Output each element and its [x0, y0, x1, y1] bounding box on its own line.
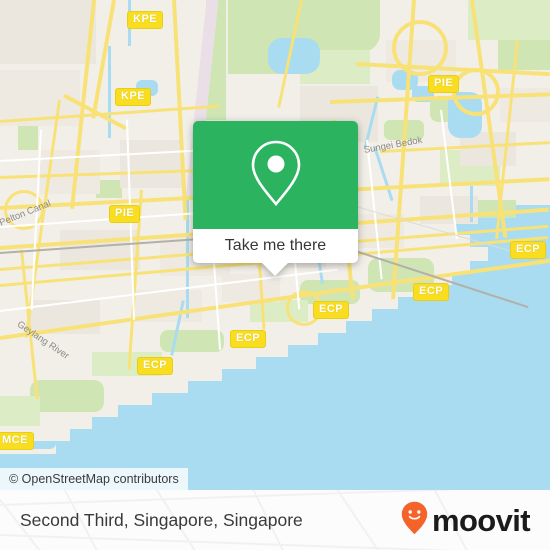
- footer-bar: Second Third, Singapore, Singapore moovi…: [0, 490, 550, 550]
- moovit-logo[interactable]: moovit: [401, 490, 531, 550]
- map-pin-icon: [247, 137, 305, 214]
- highway-shield-ecp-6: ECP: [313, 301, 350, 319]
- callout-green-panel: [193, 121, 358, 229]
- highway-shield-ecp-8: ECP: [137, 357, 174, 375]
- map-canvas[interactable]: Sungei Bedok Geylang River Pelton Canal KP…: [0, 0, 550, 490]
- highway-shield-kpe-1: KPE: [115, 88, 152, 106]
- highway-shield-mce-9: MCE: [0, 432, 34, 450]
- take-me-there-label[interactable]: Take me there: [193, 229, 358, 263]
- osm-attribution[interactable]: © OpenStreetMap contributors: [0, 468, 188, 490]
- highway-shield-pie-3: PIE: [109, 205, 141, 223]
- callout-pointer: [261, 262, 289, 276]
- location-callout-card[interactable]: Take me there: [193, 121, 358, 276]
- moovit-wordmark: moovit: [431, 502, 531, 538]
- highway-shield-ecp-4: ECP: [510, 241, 547, 259]
- page-title: Second Third, Singapore, Singapore: [20, 509, 303, 530]
- moovit-smiley-pin-icon: [401, 501, 428, 540]
- highway-shield-pie-2: PIE: [428, 75, 460, 93]
- highway-shield-ecp-5: ECP: [413, 283, 450, 301]
- moovit-map-screenshot: Sungei Bedok Geylang River Pelton Canal KP…: [0, 0, 550, 550]
- highway-shield-ecp-7: ECP: [230, 330, 267, 348]
- callout-body: Take me there: [193, 121, 358, 263]
- highway-shield-kpe-0: KPE: [127, 11, 164, 29]
